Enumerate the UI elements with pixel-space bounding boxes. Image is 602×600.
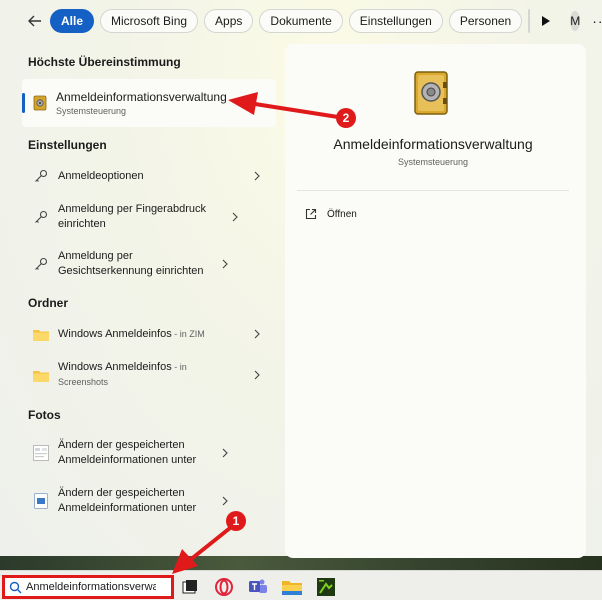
- results-list: Höchste Übereinstimmung Anmeldeinformati…: [22, 42, 280, 562]
- taskbar: [0, 570, 602, 600]
- photos-heading: Fotos: [28, 408, 61, 422]
- credential-manager-icon: [32, 95, 48, 111]
- taskbar-app-teams[interactable]: [248, 577, 268, 597]
- chevron-right-icon: [250, 370, 264, 380]
- key-icon: [32, 208, 50, 226]
- settings-item-label: Anmeldung per Fingerabdruck einrichten: [58, 203, 206, 230]
- credential-manager-icon: [413, 70, 449, 116]
- key-icon: [32, 167, 50, 185]
- chevron-right-icon: [228, 212, 242, 222]
- chevron-right-icon: [218, 259, 232, 269]
- open-action[interactable]: Öffnen: [305, 208, 357, 220]
- best-match-heading: Höchste Übereinstimmung: [28, 55, 181, 69]
- chip-alle[interactable]: Alle: [50, 9, 95, 33]
- open-action-label: Öffnen: [327, 208, 357, 220]
- folder-item-screenshots[interactable]: Windows Anmeldeinfos - in Screenshots: [22, 358, 276, 392]
- settings-item-label: Anmeldeoptionen: [58, 169, 144, 182]
- open-external-icon: [305, 208, 317, 220]
- folder-item-zim[interactable]: Windows Anmeldeinfos - in ZIM: [22, 320, 276, 348]
- chip-einstellungen[interactable]: Einstellungen: [348, 9, 443, 33]
- folder-icon: [32, 325, 50, 343]
- image-thumbnail-icon: [32, 492, 50, 510]
- chip-overflow[interactable]: [528, 9, 531, 33]
- preview-divider: [297, 190, 569, 191]
- annotation-marker-1: 1: [226, 511, 246, 531]
- folder-location: - in ZIM: [171, 328, 205, 339]
- photo-item-label: Ändern der gespeicherten Anmeldeinformat…: [58, 487, 197, 514]
- more-filters-button[interactable]: [542, 9, 551, 33]
- best-match-title: Anmeldeinformationsverwaltung: [56, 90, 227, 104]
- taskbar-app-explorer[interactable]: [282, 577, 302, 597]
- folder-icon: [32, 366, 50, 384]
- photo-item-1[interactable]: Ändern der gespeicherten Anmeldeinformat…: [22, 434, 276, 472]
- settings-item-label: Anmeldung per Gesichtserkennung einricht…: [58, 250, 204, 277]
- taskbar-app-task-view[interactable]: [180, 577, 200, 597]
- preview-pane: Anmeldeinformationsverwaltung Systemsteu…: [285, 44, 586, 558]
- best-match-item[interactable]: Anmeldeinformationsverwaltung Systemsteu…: [22, 79, 276, 127]
- photo-item-label: Ändern der gespeicherten Anmeldeinformat…: [58, 439, 197, 466]
- key-icon: [32, 255, 50, 273]
- folder-location-name: Screenshots: [58, 377, 109, 387]
- avatar[interactable]: M: [570, 11, 581, 31]
- taskbar-app-greenshot[interactable]: [316, 577, 336, 597]
- folder-item-label: Windows Anmeldeinfos - in ZIM: [58, 327, 205, 340]
- folder-item-label: Windows Anmeldeinfos - in Screenshots: [58, 361, 187, 387]
- settings-item-fingerabdruck[interactable]: Anmeldung per Fingerabdruck einrichten: [22, 199, 276, 235]
- chevron-right-icon: [218, 448, 232, 458]
- folder-icon: [282, 581, 302, 595]
- chevron-right-icon: [250, 329, 264, 339]
- chip-microsoft-bing[interactable]: Microsoft Bing: [100, 9, 199, 33]
- opera-icon: [215, 578, 233, 596]
- settings-item-gesichtserkennung[interactable]: Anmeldung per Gesichtserkennung einricht…: [22, 246, 276, 282]
- play-icon: [542, 16, 551, 26]
- ellipsis-icon: ···: [592, 13, 602, 29]
- chip-dokumente[interactable]: Dokumente: [259, 9, 343, 33]
- taskbar-search-box[interactable]: [2, 575, 174, 599]
- teams-icon: [249, 579, 267, 593]
- chevron-right-icon: [218, 496, 232, 506]
- taskbar-app-opera[interactable]: [214, 577, 234, 597]
- folders-heading: Ordner: [28, 296, 69, 310]
- screenshot-tool-icon: [317, 578, 335, 596]
- search-icon: [9, 581, 22, 593]
- annotation-marker-2: 2: [336, 108, 356, 128]
- selection-indicator: [22, 93, 25, 113]
- arrow-left-icon: [28, 15, 41, 27]
- filter-bar: Alle Microsoft Bing Apps Dokumente Einst…: [0, 0, 602, 42]
- chevron-right-icon: [250, 171, 264, 181]
- chip-personen[interactable]: Personen: [448, 9, 523, 33]
- more-options-button[interactable]: ···: [592, 11, 602, 31]
- best-match-subtitle: Systemsteuerung: [56, 106, 127, 116]
- image-thumbnail-icon: [32, 444, 50, 462]
- chip-apps[interactable]: Apps: [204, 9, 254, 33]
- back-button[interactable]: [28, 9, 42, 33]
- search-input[interactable]: [26, 581, 156, 593]
- settings-item-anmeldeoptionen[interactable]: Anmeldeoptionen: [22, 160, 276, 192]
- preview-title: Anmeldeinformationsverwaltung: [333, 136, 533, 152]
- task-view-icon: [182, 580, 197, 594]
- settings-heading: Einstellungen: [28, 138, 107, 152]
- preview-subtitle: Systemsteuerung: [397, 157, 469, 167]
- folder-location: - in: [171, 362, 187, 372]
